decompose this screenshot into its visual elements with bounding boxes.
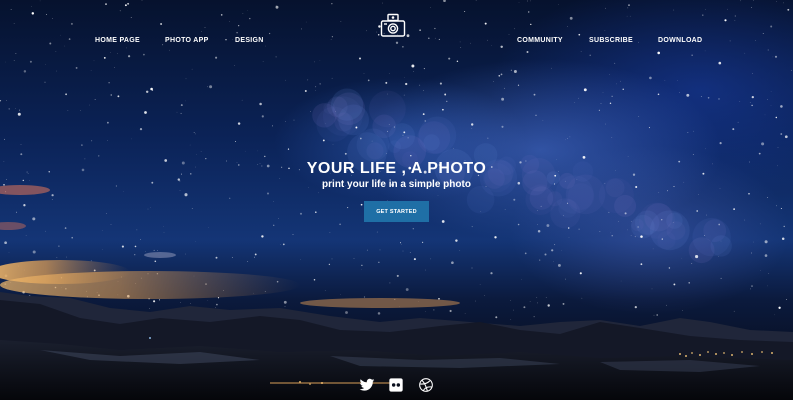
nav-download[interactable]: DOWNLOAD: [658, 37, 702, 44]
camera-icon[interactable]: [379, 13, 407, 39]
dribbble-icon[interactable]: [418, 377, 434, 393]
nav-design[interactable]: DESIGN: [235, 37, 264, 44]
get-started-button[interactable]: GET STARTED: [364, 201, 429, 222]
nav-photo-app[interactable]: PHOTO APP: [165, 37, 209, 44]
twitter-icon[interactable]: [359, 377, 375, 393]
hero-headline: YOUR LIFE , A PHOTO: [306, 160, 487, 177]
hero-section: HOME PAGE PHOTO APP DESIGN COMMUNITY SUB…: [0, 0, 793, 400]
flickr-icon[interactable]: [388, 377, 404, 393]
nav-home-page[interactable]: HOME PAGE: [95, 37, 140, 44]
mountain-landscape: [0, 185, 793, 400]
nav-community[interactable]: COMMUNITY: [517, 37, 563, 44]
hero-subheadline: print your life in a simple photo: [322, 179, 471, 190]
nav-subscribe[interactable]: SUBSCRIBE: [589, 37, 633, 44]
